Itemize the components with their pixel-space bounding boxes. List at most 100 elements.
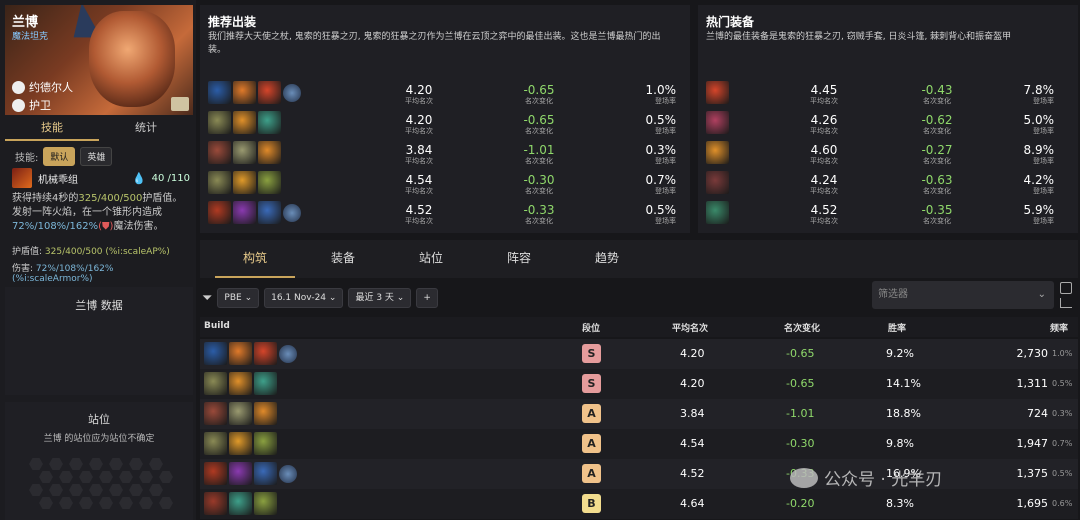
col-frequency[interactable]: 频率 bbox=[1050, 321, 1068, 334]
item-icon[interactable] bbox=[204, 402, 227, 425]
item-icon[interactable] bbox=[233, 200, 256, 224]
item-icon[interactable] bbox=[204, 372, 227, 395]
item-icon[interactable] bbox=[706, 170, 729, 194]
hex-cell[interactable] bbox=[39, 471, 53, 483]
recommended-row[interactable]: 4.52 平均名次 -0.33 名次变化 0.5% 登场率 bbox=[208, 197, 682, 227]
hex-cell[interactable] bbox=[49, 458, 63, 470]
item-icon[interactable] bbox=[233, 80, 256, 104]
trait-yordle[interactable]: 约德尔人 bbox=[12, 79, 73, 95]
hex-cell[interactable] bbox=[69, 484, 83, 496]
item-icon[interactable] bbox=[229, 402, 252, 425]
col-build[interactable]: Build bbox=[204, 321, 230, 331]
tab-skills[interactable]: 技能 bbox=[5, 117, 99, 141]
item-icon[interactable] bbox=[706, 200, 729, 224]
emblem-item-icon[interactable] bbox=[279, 465, 297, 483]
item-icon[interactable] bbox=[204, 492, 227, 515]
recommended-row[interactable]: 4.20 平均名次 -0.65 名次变化 0.5% 登场率 bbox=[208, 107, 682, 137]
add-filter-button[interactable]: + bbox=[416, 288, 438, 308]
hex-cell[interactable] bbox=[149, 484, 163, 496]
hot-item-row[interactable]: 4.60 平均名次 -0.27 名次变化 8.9% 登场率 bbox=[706, 137, 1070, 167]
hex-cell[interactable] bbox=[79, 471, 93, 483]
table-row[interactable]: B 4.64 -0.20 8.3% 1,695 0.6% bbox=[200, 489, 1078, 519]
filter-icon[interactable]: ⏷ bbox=[202, 291, 212, 306]
hex-cell[interactable] bbox=[109, 458, 123, 470]
hex-cell[interactable] bbox=[39, 497, 53, 509]
hot-item-row[interactable]: 4.45 平均名次 -0.43 名次变化 7.8% 登场率 bbox=[706, 77, 1070, 107]
tab-comps[interactable]: 阵容 bbox=[479, 240, 559, 278]
item-icon[interactable] bbox=[229, 462, 252, 485]
hex-cell[interactable] bbox=[129, 484, 143, 496]
item-icon[interactable] bbox=[208, 170, 231, 194]
item-icon[interactable] bbox=[204, 432, 227, 455]
item-icon[interactable] bbox=[254, 432, 277, 455]
server-select[interactable]: PBE ⌄ bbox=[217, 288, 260, 308]
col-tier[interactable]: 段位 bbox=[582, 321, 600, 334]
hex-cell[interactable] bbox=[29, 484, 43, 496]
patch-select[interactable]: 16.1 Nov-24 ⌄ bbox=[264, 288, 344, 308]
item-icon[interactable] bbox=[258, 110, 281, 134]
hot-item-row[interactable]: 4.26 平均名次 -0.62 名次变化 5.0% 登场率 bbox=[706, 107, 1070, 137]
item-icon[interactable] bbox=[208, 110, 231, 134]
hex-cell[interactable] bbox=[29, 458, 43, 470]
col-avg[interactable]: 平均名次 bbox=[672, 321, 708, 334]
item-icon[interactable] bbox=[229, 492, 252, 515]
table-row[interactable]: S 4.20 -0.65 14.1% 1,311 0.5% bbox=[200, 369, 1078, 399]
item-icon[interactable] bbox=[254, 372, 277, 395]
item-icon[interactable] bbox=[254, 342, 277, 365]
tab-positions[interactable]: 站位 bbox=[391, 240, 471, 278]
hex-cell[interactable] bbox=[59, 497, 73, 509]
range-select[interactable]: 最近 3 天 ⌄ bbox=[348, 288, 412, 308]
col-winrate[interactable]: 胜率 bbox=[888, 321, 906, 334]
item-icon[interactable] bbox=[233, 140, 256, 164]
table-row[interactable]: S 4.20 -0.65 9.2% 2,730 1.0% bbox=[200, 339, 1078, 369]
tab-trends[interactable]: 趋势 bbox=[567, 240, 647, 278]
item-icon[interactable] bbox=[258, 200, 281, 224]
item-icon[interactable] bbox=[258, 170, 281, 194]
recommended-row[interactable]: 4.54 平均名次 -0.30 名次变化 0.7% 登场率 bbox=[208, 167, 682, 197]
hex-cell[interactable] bbox=[139, 497, 153, 509]
item-icon[interactable] bbox=[233, 170, 256, 194]
hex-cell[interactable] bbox=[99, 497, 113, 509]
hex-cell[interactable] bbox=[149, 458, 163, 470]
item-icon[interactable] bbox=[208, 200, 231, 224]
item-icon[interactable] bbox=[706, 110, 729, 134]
table-row[interactable]: A 4.54 -0.30 9.8% 1,947 0.7% bbox=[200, 429, 1078, 459]
item-icon[interactable] bbox=[258, 140, 281, 164]
item-icon[interactable] bbox=[254, 462, 277, 485]
hex-cell[interactable] bbox=[89, 458, 103, 470]
hex-cell[interactable] bbox=[159, 497, 173, 509]
hex-cell[interactable] bbox=[69, 458, 83, 470]
trait-bastion[interactable]: 护卫 bbox=[12, 97, 51, 113]
tab-builds[interactable]: 构筑 bbox=[215, 240, 295, 278]
chart-view-icon[interactable] bbox=[1060, 298, 1072, 308]
item-icon[interactable] bbox=[233, 110, 256, 134]
recommended-row[interactable]: 4.20 平均名次 -0.65 名次变化 1.0% 登场率 bbox=[208, 77, 682, 107]
hex-cell[interactable] bbox=[129, 458, 143, 470]
item-icon[interactable] bbox=[204, 462, 227, 485]
item-icon[interactable] bbox=[208, 80, 231, 104]
col-change[interactable]: 名次变化 bbox=[784, 321, 820, 334]
emblem-item-icon[interactable] bbox=[283, 83, 301, 102]
hex-cell[interactable] bbox=[49, 484, 63, 496]
item-icon[interactable] bbox=[254, 492, 277, 515]
table-row[interactable]: A 3.84 -1.01 18.8% 724 0.3% bbox=[200, 399, 1078, 429]
hex-cell[interactable] bbox=[119, 497, 133, 509]
hex-cell[interactable] bbox=[159, 471, 173, 483]
item-icon[interactable] bbox=[208, 140, 231, 164]
hex-cell[interactable] bbox=[59, 471, 73, 483]
default-pill[interactable]: 默认 bbox=[43, 147, 76, 166]
item-icon[interactable] bbox=[229, 342, 252, 365]
hex-cell[interactable] bbox=[89, 484, 103, 496]
hot-item-row[interactable]: 4.24 平均名次 -0.63 名次变化 4.2% 登场率 bbox=[706, 167, 1070, 197]
item-icon[interactable] bbox=[204, 342, 227, 365]
table-row[interactable]: A4.52-0.3316.9%1,3750.5% bbox=[200, 459, 1078, 489]
table-view-icon[interactable] bbox=[1060, 282, 1072, 294]
tab-stats[interactable]: 统计 bbox=[99, 117, 193, 141]
hex-cell[interactable] bbox=[119, 471, 133, 483]
tab-items[interactable]: 装备 bbox=[303, 240, 383, 278]
emblem-item-icon[interactable] bbox=[283, 203, 301, 222]
item-icon[interactable] bbox=[706, 140, 729, 164]
hex-cell[interactable] bbox=[139, 471, 153, 483]
hero-pill[interactable]: 英雄 bbox=[80, 147, 113, 166]
recommended-row[interactable]: 3.84 平均名次 -1.01 名次变化 0.3% 登场率 bbox=[208, 137, 682, 167]
